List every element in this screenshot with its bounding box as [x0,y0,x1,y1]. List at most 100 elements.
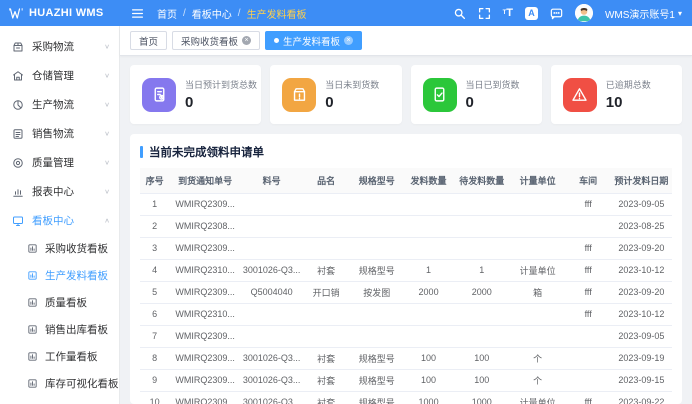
table-cell: WMIRQ2308... [169,215,241,237]
table-cell: 2023-09-20 [611,237,672,259]
table-cell [566,369,611,391]
table-cell [454,237,510,259]
sidebar-subitem-label: 生产发料看板 [45,268,108,283]
table-cell [510,193,566,215]
sidebar-item-label: 看板中心 [32,213,74,228]
production-icon [12,99,24,111]
search-icon[interactable] [453,7,466,20]
fullscreen-icon[interactable] [478,7,491,20]
table-cell: 1 [403,259,454,281]
sidebar-item-board-center[interactable]: 看板中心 ∧ [0,206,119,235]
table-cell: 1000 [454,391,510,404]
tab-首页[interactable]: 首页 [130,31,167,50]
logo-mark-icon [9,7,24,20]
chevron-down-icon: ∨ [104,43,110,50]
sidebar-item-quality-management[interactable]: 质量管理 ∨ [0,148,119,177]
table-row: 2WMIRQ2308...2023-08-25 [140,215,672,237]
chevron-down-icon: ∨ [104,130,110,137]
table-cell: 6 [140,303,169,325]
tab-采购收货看板[interactable]: 采购收货看板 × [172,31,260,50]
column-header: 规格型号 [350,168,403,193]
column-header: 预计发料日期 [611,168,672,193]
sidebar-item-label: 销售物流 [32,126,74,141]
table-cell: WMIRQ2309... [169,347,241,369]
table-cell: 2 [140,215,169,237]
sidebar-subitem-sales-outbound-board[interactable]: 销售出库看板 [0,316,119,343]
column-header: 计量单位 [510,168,566,193]
sidebar-subitem-quality-board[interactable]: 质量看板 [0,289,119,316]
table-cell [403,215,454,237]
table-cell: fff [566,391,611,404]
sidebar-item-warehouse-management[interactable]: 仓储管理 ∨ [0,61,119,90]
table-cell: 个 [510,347,566,369]
request-table: 序号到货通知单号料号品名规格型号发料数量待发料数量计量单位车间预计发料日期 1W… [140,168,672,404]
sidebar-item-label: 质量管理 [32,155,74,170]
table-cell: 3001026-Q3... [241,347,302,369]
table-cell: 衬套 [302,391,350,404]
tab-生产发料看板[interactable]: 生产发料看板 × [265,31,362,50]
sidebar-subitem-purchase-receiving-board[interactable]: 采购收货看板 [0,235,119,262]
tab-close-icon[interactable]: × [242,36,251,45]
sidebar-item-purchase-logistics[interactable]: 采购物流 ∨ [0,32,119,61]
sidebar-subitem-label: 质量看板 [45,295,87,310]
table-cell [566,347,611,369]
table-cell [566,215,611,237]
table-cell: 10 [140,391,169,404]
chevron-down-icon: ∨ [104,188,110,195]
table-cell: 5 [140,281,169,303]
table-cell: 100 [403,347,454,369]
breadcrumb-separator: / [183,8,186,19]
table-cell: 8 [140,347,169,369]
board-chart-icon [27,351,38,362]
sidebar-collapse-icon[interactable] [131,7,144,20]
font-size-icon[interactable]: TT [503,8,513,19]
table-header-row: 序号到货通知单号料号品名规格型号发料数量待发料数量计量单位车间预计发料日期 [140,168,672,193]
app-logo: HUAZHI WMS [0,7,120,20]
sidebar-subitem-production-issue-board[interactable]: 生产发料看板 [0,262,119,289]
user-avatar[interactable] [575,4,593,22]
board-chart-icon [27,297,38,308]
table-cell [454,193,510,215]
message-icon[interactable] [550,7,563,20]
sidebar-item-label: 仓储管理 [32,68,74,83]
sidebar-item-report-center[interactable]: 报表中心 ∨ [0,177,119,206]
table-panel: 当前未完成领料申请单 序号到货通知单号料号品名规格型号发料数量待发料数量计量单位… [130,134,682,404]
breadcrumb-board-center[interactable]: 看板中心 [192,6,232,21]
column-header: 料号 [241,168,302,193]
sidebar-subitem-workload-board[interactable]: 工作量看板 [0,343,119,370]
table-cell: 箱 [510,281,566,303]
table-cell: 1000 [403,391,454,404]
tab-close-icon[interactable]: × [344,36,353,45]
column-header: 发料数量 [403,168,454,193]
table-cell: 3001026-Q3... [241,391,302,404]
app-title: HUAZHI WMS [29,7,104,19]
user-menu[interactable]: WMS演示账号1 ▾ [605,6,682,21]
sidebar-item-production-logistics[interactable]: 生产物流 ∨ [0,90,119,119]
table-row: 9WMIRQ2309...3001026-Q3...衬套规格型号100100个2… [140,369,672,391]
top-bar: HUAZHI WMS 首页 / 看板中心 / 生产发料看板 TT A WMS演示… [0,0,692,26]
stat-card-value: 0 [466,94,520,111]
sidebar-item-sales-logistics[interactable]: 销售物流 ∨ [0,119,119,148]
table-cell [403,325,454,347]
table-cell [350,303,403,325]
table-cell: 规格型号 [350,259,403,281]
table-cell: 1 [454,259,510,281]
sidebar-subitem-inventory-visual-board[interactable]: 库存可视化看板 [0,370,119,397]
column-header: 品名 [302,168,350,193]
table-cell [454,303,510,325]
table-cell: 2023-09-05 [611,325,672,347]
language-translate-icon[interactable]: A [525,7,538,20]
table-row: 10WMIRQ2309...3001026-Q3...衬套规格型号1000100… [140,391,672,404]
sidebar-subitem-label: 库存可视化看板 [45,376,119,391]
stat-card-value: 0 [185,94,257,111]
table-cell: 计量单位 [510,391,566,404]
table-cell [241,193,302,215]
breadcrumb-separator: / [238,8,241,19]
table-cell: 100 [454,369,510,391]
stat-card: 当日预计到货总数 0 [130,65,261,124]
chevron-down-icon: ∨ [104,159,110,166]
breadcrumb-home[interactable]: 首页 [157,6,177,21]
panel-title: 当前未完成领料申请单 [140,144,672,160]
table-cell: 2023-09-05 [611,193,672,215]
table-cell: WMIRQ2309... [169,281,241,303]
